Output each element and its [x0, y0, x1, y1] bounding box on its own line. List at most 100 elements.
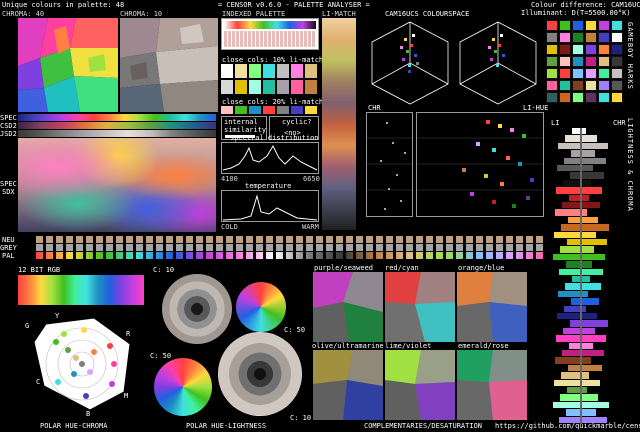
comp-title-4: olive/ultramarine — [312, 342, 384, 350]
lightness-chroma-label: LIGHTNESS & CHROMA — [626, 118, 634, 212]
gameboy-harks-grid — [546, 20, 623, 112]
lightness-bar — [561, 372, 580, 379]
grey-row — [36, 244, 546, 251]
lightness-bar — [570, 172, 580, 179]
lightness-bar — [564, 157, 580, 164]
lightness-bar — [563, 327, 580, 335]
grey-label: GREY — [0, 244, 17, 252]
chroma-bar — [582, 313, 597, 320]
comp-title-2: red/cyan — [385, 264, 419, 272]
lightness-bar — [571, 298, 580, 305]
lightness-bar — [561, 224, 580, 231]
chroma-bar — [582, 165, 593, 172]
c10-b-label: C: 10 — [290, 414, 312, 422]
lightness-bar — [560, 246, 580, 253]
li-match-label: LI-MATCH — [322, 10, 356, 18]
polar-r-label: R — [126, 330, 131, 338]
chroma-bar — [582, 216, 598, 224]
lightness-bar — [553, 401, 580, 409]
chroma-bar — [582, 401, 609, 409]
spec-label: SPEC — [0, 114, 17, 122]
polar-hue-chroma-label: POLAR HUE-CHROMA — [40, 422, 108, 430]
chroma-bar — [582, 372, 589, 379]
lightness-bar — [569, 194, 580, 201]
chroma-bar — [582, 387, 587, 394]
lightness-bar — [556, 335, 580, 342]
lightness-bar — [555, 357, 580, 364]
lightness-bar — [568, 216, 580, 224]
spectral-distribution-chart — [221, 142, 319, 174]
cyclic-label: cyclic? — [282, 118, 312, 126]
lightness-bar — [553, 253, 580, 261]
polar-c-label: C — [36, 378, 41, 386]
close-cols-1-label: close cols: 10% li-match — [222, 56, 324, 64]
comp-title-6: emerald/rose — [458, 342, 509, 350]
spec2-label: SPEC — [0, 180, 17, 188]
lightness-bar — [567, 239, 580, 246]
lightness-chroma-bars — [550, 128, 622, 424]
comp-map-olive-ultramarine — [313, 350, 383, 420]
gameboy-harks-label: GAMEBOY HARKS — [626, 22, 634, 90]
chroma-bar — [582, 350, 604, 357]
chroma-bar — [582, 298, 599, 305]
chroma-bar — [582, 209, 587, 216]
lightness-bar — [571, 150, 580, 157]
chroma-bar — [582, 394, 598, 401]
lightness-bar — [554, 231, 580, 238]
chroma40-map — [18, 18, 118, 112]
cam16ucs-label: CAM16UCS COLOURSPACE — [385, 10, 470, 18]
c50-b-label: C: 50 — [150, 352, 172, 360]
close-cols-2-label: close cols: 20% li-match — [222, 98, 324, 106]
lightness-bar — [562, 350, 580, 357]
chroma40-label: CHROMA: 40 — [2, 10, 45, 18]
lightness-bar — [557, 165, 580, 172]
lightness-bar — [558, 142, 580, 150]
sdx-label: SDX — [2, 188, 15, 196]
lightness-bar — [569, 342, 580, 349]
spectral-warp-map — [18, 138, 216, 232]
lightness-bar — [572, 128, 580, 135]
lightness-bar — [557, 313, 580, 320]
chroma-bar — [582, 283, 601, 290]
chroma-bar — [582, 135, 597, 142]
chroma-bar — [582, 239, 607, 246]
lightness-bar — [556, 187, 580, 194]
lightness-bar — [563, 179, 580, 187]
chroma-bar — [582, 364, 602, 372]
chroma-bar — [582, 231, 596, 238]
indexed-palette-grid — [221, 18, 319, 50]
chroma-bar — [582, 172, 604, 179]
temperature-label: temperature — [245, 182, 292, 190]
spectral-distribution-label: spectral distribution — [230, 134, 319, 142]
lightness-bar — [558, 290, 580, 298]
spec-bar — [18, 114, 216, 121]
app-title: = CENSOR v0.6.0 - PALETTE ANALYSER = — [218, 1, 370, 9]
temperature-chart — [221, 190, 319, 222]
chroma-bar — [582, 268, 603, 275]
pal-label: PAL — [2, 252, 15, 260]
chroma-bar — [582, 187, 602, 194]
hue-lightness-c10-disc — [162, 274, 232, 344]
csd2-label: CSD2 — [0, 122, 17, 130]
comp-title-1: purple/seaweed — [314, 264, 374, 272]
chroma-bar — [582, 157, 606, 164]
chroma-bar — [582, 179, 591, 187]
repo-url-link[interactable]: https://github.com/quickmarble/censor — [495, 422, 640, 430]
chroma-bar — [582, 253, 605, 261]
lightness-bar — [554, 379, 580, 386]
c50-a-label: C: 50 — [284, 326, 306, 334]
polar-hue-lightness-label: POLAR HUE-LIGHTNESS — [186, 422, 267, 430]
comp-map-red-cyan — [385, 272, 455, 342]
warm-label: WARM — [302, 223, 319, 231]
lightness-bar — [570, 320, 580, 327]
polar-g-label: G — [25, 322, 30, 330]
lightness-bar — [568, 364, 580, 372]
chroma-bar — [582, 327, 595, 335]
lightness-bar — [555, 209, 580, 216]
lightness-bar — [564, 305, 580, 312]
lightness-bar — [566, 409, 580, 416]
c10-a-label: C: 10 — [153, 266, 175, 274]
chroma-bar — [582, 150, 595, 157]
comp-map-orange-blue — [457, 272, 527, 342]
indexed-palette-label: INDEXED PALETTE — [222, 10, 286, 18]
